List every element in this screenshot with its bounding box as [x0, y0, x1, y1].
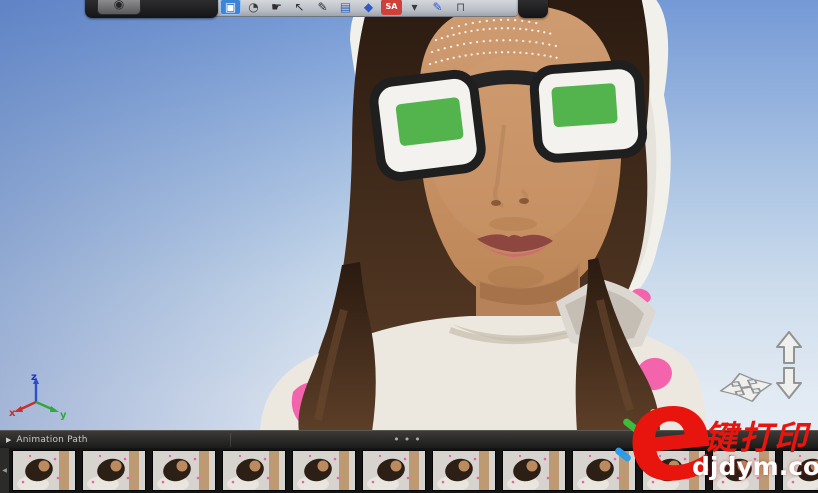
thumbnail-8[interactable]	[502, 450, 566, 491]
thumbnail-5[interactable]	[292, 450, 356, 491]
pan-zoom-arrows[interactable]	[716, 330, 812, 418]
toolbar-icon-row: ▣◔☛↖✎▤◆SA▾✎⊓	[212, 0, 518, 17]
filmstrip: ◀	[0, 448, 818, 493]
image-tool-icon[interactable]: ▣	[220, 0, 241, 15]
toolbar-dark-tab: ◉	[85, 0, 218, 18]
gem-tool-icon[interactable]: ◆	[358, 0, 379, 15]
comment-tool-icon[interactable]: ▤	[335, 0, 356, 15]
rotate-tool-icon[interactable]: ◔	[243, 0, 264, 15]
animation-path-label[interactable]: Animation Path	[16, 435, 87, 445]
camera-icon[interactable]: ◉	[97, 0, 141, 15]
sa-badge-icon[interactable]: SA	[381, 0, 402, 15]
drag-handle-dots[interactable]: •••	[0, 431, 818, 448]
viewport-3d-model[interactable]	[0, 0, 818, 493]
thumbnail-2[interactable]	[82, 450, 146, 491]
bar-divider	[230, 433, 231, 447]
expander-triangle-icon[interactable]: ▶	[6, 436, 11, 444]
scroll-left-icon[interactable]: ◀	[0, 448, 9, 493]
axis-x-label: x	[9, 408, 16, 419]
thumbnail-9[interactable]	[572, 450, 636, 491]
thumbnail-1[interactable]	[12, 450, 76, 491]
cursor-annotate-icon[interactable]: ↖	[289, 0, 310, 15]
thumbnail-11[interactable]	[712, 450, 776, 491]
axis-z-label: z	[31, 372, 37, 383]
marker-tool-icon[interactable]: ✎	[312, 0, 333, 15]
clamp-tool-icon[interactable]: ⊓	[450, 0, 471, 15]
app-window: ◉ ▣◔☛↖✎▤◆SA▾✎⊓ z x y ▶ Animation Path	[0, 0, 818, 493]
move-up-arrow-icon	[777, 332, 801, 363]
pan-hand-icon[interactable]: ☛	[266, 0, 287, 15]
axis-y-label: y	[60, 410, 67, 421]
thumbnail-3[interactable]	[152, 450, 216, 491]
more-tools-icon[interactable]: ▾	[404, 0, 425, 15]
thumbnail-12[interactable]	[782, 450, 818, 491]
animation-path-bar: ▶ Animation Path •••	[0, 430, 818, 448]
thumbnail-4[interactable]	[222, 450, 286, 491]
move-down-arrow-icon	[777, 368, 801, 398]
brush-tool-icon[interactable]: ✎	[427, 0, 448, 15]
axis-gizmo: z x y	[8, 370, 70, 422]
thumbnail-6[interactable]	[362, 450, 426, 491]
filmstrip-track	[9, 448, 818, 491]
thumbnail-7[interactable]	[432, 450, 496, 491]
toolbar-end-cap	[518, 0, 548, 18]
pan-plane-arrows-icon	[716, 370, 778, 405]
thumbnail-10[interactable]	[642, 450, 706, 491]
